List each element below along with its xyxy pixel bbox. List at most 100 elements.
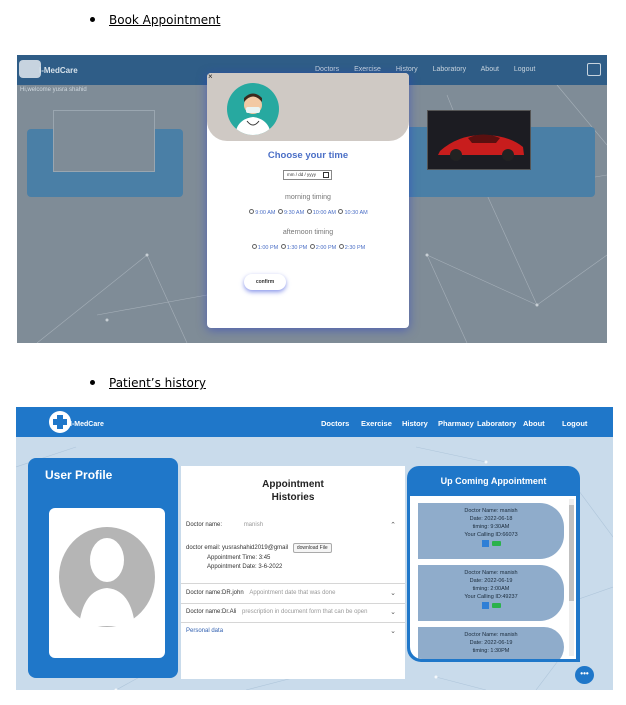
slot-label[interactable]: 10:30 AM — [344, 210, 367, 216]
close-icon[interactable]: × — [208, 73, 213, 81]
row-value: Appointment date that was done — [249, 590, 336, 596]
booking-screenshot: I-MedCare Doctors Exercise History Labor… — [17, 55, 607, 343]
radio-button[interactable] — [306, 209, 312, 215]
appt-date: Date: 2022-06-19 — [469, 640, 513, 646]
user-profile-title: User Profile — [45, 468, 113, 482]
radio-button[interactable] — [249, 209, 255, 215]
date-placeholder: mm / dd / yyyy — [287, 172, 317, 177]
nav-link-about[interactable]: About — [481, 66, 499, 73]
radio-button[interactable] — [251, 244, 257, 250]
logo-text[interactable]: I-MedCare — [70, 421, 104, 428]
history-row-ali[interactable]: Doctor name:Dr.Ali prescription in docum… — [186, 608, 400, 616]
video-call-icon[interactable] — [491, 603, 501, 609]
appt-doctor: Doctor Name: manish — [464, 632, 518, 638]
radio-button[interactable] — [277, 209, 283, 215]
greeting-text: Hi,welcome yusra shahid — [20, 87, 87, 93]
appointment-card: Doctor Name: manish Date: 2022-06-19 tim… — [418, 565, 564, 621]
nav-link-doctors[interactable]: Doctors — [321, 419, 349, 428]
nav-link-logout[interactable]: Logout — [562, 419, 587, 428]
slot-label[interactable]: 10:00 AM — [313, 210, 336, 216]
divider — [181, 603, 405, 604]
close-call-icon[interactable] — [481, 540, 489, 548]
appt-timing: timing: 2:00AM — [472, 586, 510, 592]
chevron-up-icon[interactable]: ⌃ — [390, 521, 396, 529]
row-label: Doctor name:Dr.Ali — [186, 609, 237, 615]
time-picker-modal: × Choose your time mm / dd / yyyy mornin… — [207, 73, 409, 328]
scrollbar-thumb[interactable] — [569, 505, 574, 601]
row-value: manish — [243, 522, 264, 528]
slot-label[interactable]: 2:00 PM — [316, 245, 336, 251]
row-label: Personal data — [186, 628, 224, 634]
nav-link-history[interactable]: History — [396, 66, 418, 73]
history-row-personal-data[interactable]: Personal data ⌄ — [186, 627, 400, 635]
divider — [181, 622, 405, 623]
confirm-button[interactable]: confirm — [244, 274, 286, 290]
email-value: yusrashahid2019@gmail — [222, 545, 289, 551]
row-value: prescription in document form that can b… — [242, 609, 368, 615]
appt-doctor: Doctor Name: manish — [464, 508, 518, 514]
history-row-john[interactable]: Doctor name:DR.john Appointment date tha… — [186, 589, 400, 597]
profile-photo[interactable] — [49, 508, 165, 658]
logo-icon[interactable] — [19, 60, 41, 78]
appointment-date: Appointment Date: 3-6-2022 — [207, 564, 283, 570]
slot-label[interactable]: 1:00 PM — [258, 245, 278, 251]
histories-title-line1: Appointment — [262, 479, 324, 490]
upcoming-list[interactable]: Doctor Name: manish Date: 2022-06-18 tim… — [410, 496, 576, 659]
appt-timing: timing: 1:30PM — [472, 648, 510, 654]
radio-button[interactable] — [280, 244, 286, 250]
radio-button[interactable] — [309, 244, 315, 250]
nav-link-laboratory[interactable]: Laboratory — [477, 419, 516, 428]
calendar-icon[interactable] — [323, 172, 329, 178]
logo-text[interactable]: I-MedCare — [39, 66, 78, 75]
nav-links: Doctors Exercise History Laboratory Abou… — [315, 66, 548, 73]
broken-image-placeholder — [53, 110, 155, 172]
date-input[interactable]: mm / dd / yyyy — [283, 170, 332, 180]
appt-doctor: Doctor Name: manish — [464, 570, 518, 576]
nav-link-logout[interactable]: Logout — [514, 66, 535, 73]
document-page: Book Appointment I-MedCare Doctors Exerc… — [0, 0, 626, 705]
afternoon-label: afternoon timing — [282, 229, 334, 236]
nav-link-history[interactable]: History — [402, 419, 428, 428]
nav-link-exercise[interactable]: Exercise — [361, 419, 392, 428]
doctor-illustration — [235, 93, 271, 135]
slot-label[interactable]: 1:30 PM — [287, 245, 307, 251]
radio-button[interactable] — [338, 244, 344, 250]
video-call-icon[interactable] — [491, 541, 501, 547]
row-label: Doctor name: — [186, 522, 223, 528]
download-file-button[interactable]: download File — [292, 543, 332, 553]
chevron-down-icon[interactable]: ⌄ — [390, 627, 396, 635]
radio-button[interactable] — [338, 209, 344, 215]
histories-title-line2: Histories — [271, 492, 315, 503]
bullet-dot — [90, 380, 95, 385]
bullet-dot — [90, 17, 95, 22]
slot-label[interactable]: 9:30 AM — [284, 210, 304, 216]
nav-link-doctors[interactable]: Doctors — [315, 66, 339, 73]
chevron-down-icon[interactable]: ⌄ — [390, 589, 396, 597]
car-image — [427, 110, 531, 170]
email-label: doctor email: — [186, 545, 221, 551]
chevron-down-icon[interactable]: ⌄ — [390, 608, 396, 616]
nav-link-laboratory[interactable]: Laboratory — [433, 66, 466, 73]
call-actions — [418, 540, 564, 548]
top-navbar: I-MedCare Doctors Exercise History Pharm… — [16, 407, 613, 437]
history-screenshot: I-MedCare Doctors Exercise History Pharm… — [16, 407, 613, 690]
close-call-icon[interactable] — [481, 602, 489, 610]
slot-label[interactable]: 2:30 PM — [345, 245, 365, 251]
section-heading: Book Appointment — [109, 13, 221, 27]
history-row-header[interactable]: Doctor name: manish ⌃ — [186, 521, 400, 529]
section-heading: Patient’s history — [109, 376, 206, 390]
morning-slots: 9:00 AM 9:30 AM 10:00 AM 10:30 AM — [207, 209, 409, 216]
nav-link-about[interactable]: About — [523, 419, 545, 428]
appt-date: Date: 2022-06-19 — [469, 578, 513, 584]
silhouette-icon — [79, 538, 135, 626]
bullet-book-appointment: Book Appointment — [90, 13, 221, 27]
histories-title: Appointment Histories — [181, 478, 405, 504]
chat-bubble-icon[interactable]: ••• — [575, 666, 594, 684]
scrollbar[interactable] — [569, 499, 574, 656]
nav-link-pharmacy[interactable]: Pharmacy — [438, 419, 474, 428]
appt-date: Date: 2022-06-18 — [469, 516, 513, 522]
doctor-email-line: doctor email: yusrashahid2019@gmail down… — [186, 543, 400, 553]
exit-icon[interactable] — [587, 63, 601, 76]
nav-link-exercise[interactable]: Exercise — [354, 66, 381, 73]
slot-label[interactable]: 9:00 AM — [255, 210, 275, 216]
